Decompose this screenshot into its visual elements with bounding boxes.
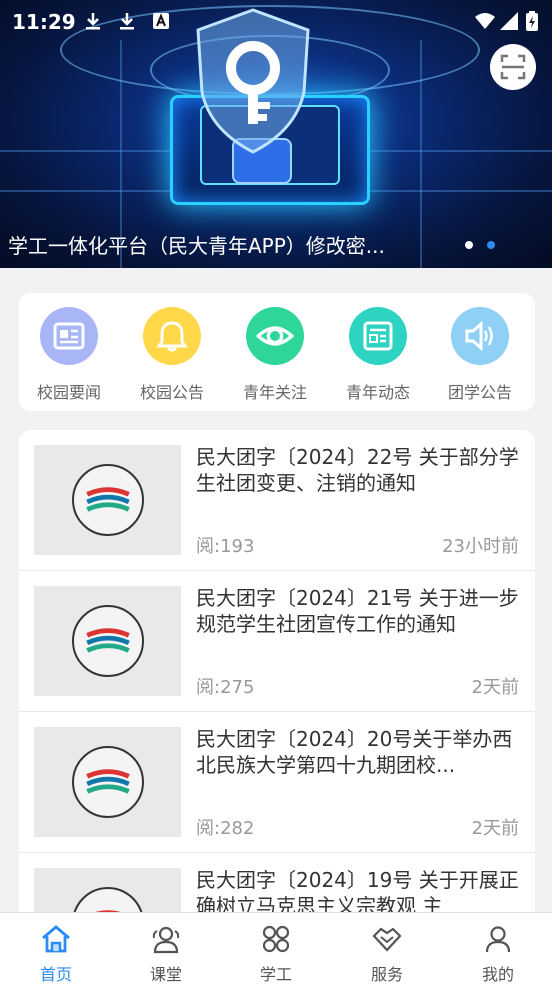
tab-label: 我的: [481, 965, 514, 984]
tab-label: 课堂: [149, 965, 182, 984]
font-notification-icon: [153, 13, 169, 29]
news-list-item[interactable]: 民大团字〔2024〕20号关于举办西北民族大学第四十九期团校... 阅:282 …: [19, 712, 535, 853]
menu-icon-bg: [143, 307, 201, 365]
university-seal-logo: [72, 746, 144, 818]
download-icon: [120, 13, 134, 30]
news-feed-icon: [363, 321, 393, 351]
news-thumbnail: [34, 727, 181, 837]
news-list: 民大团字〔2024〕22号 关于部分学生社团变更、注销的通知 阅:193 23小…: [19, 430, 535, 920]
people-icon: [152, 926, 180, 954]
eye-icon: [256, 326, 294, 346]
carousel-dot[interactable]: [465, 241, 473, 249]
download-icon: [86, 13, 100, 30]
menu-icon-bg: [451, 307, 509, 365]
tab-student-affairs[interactable]: 学工: [236, 923, 316, 985]
menu-label: 校园要闻: [36, 383, 101, 402]
bell-icon: [156, 321, 188, 352]
menu-icon-bg: [40, 307, 98, 365]
menu-label: 团学公告: [447, 383, 512, 402]
university-seal-logo: [72, 464, 144, 536]
news-list-item[interactable]: 民大团字〔2024〕22号 关于部分学生社团变更、注销的通知 阅:193 23小…: [19, 430, 535, 571]
menu-icon-bg: [246, 307, 304, 365]
tab-home[interactable]: 首页: [16, 923, 96, 985]
tab-mine[interactable]: 我的: [458, 923, 538, 985]
speaker-icon: [465, 320, 493, 352]
news-time: 2天前: [471, 677, 519, 698]
news-thumbnail: [34, 445, 181, 555]
menu-item-campus-notice[interactable]: 校园公告: [122, 307, 222, 403]
person-icon: [485, 926, 511, 953]
status-bar: 11:29: [0, 0, 552, 44]
news-time: 2天前: [471, 818, 519, 839]
tab-label: 服务: [370, 965, 403, 984]
menu-item-youth-focus[interactable]: 青年关注: [225, 307, 325, 403]
carousel-dot-active[interactable]: [487, 241, 495, 249]
wifi-icon: [475, 13, 495, 29]
menu-item-league-notice[interactable]: 团学公告: [430, 307, 530, 403]
menu-icon-bg: [349, 307, 407, 365]
scan-icon: [500, 54, 526, 80]
menu-item-youth-news[interactable]: 青年动态: [328, 307, 428, 403]
news-title: 民大团字〔2024〕21号 关于进一步规范学生社团宣传工作的通知: [196, 586, 519, 636]
news-time: 23小时前: [442, 536, 519, 557]
tab-services[interactable]: 服务: [347, 923, 427, 985]
tab-label: 首页: [39, 965, 72, 984]
status-time: 11:29: [12, 10, 76, 34]
news-list-item[interactable]: 民大团字〔2024〕21号 关于进一步规范学生社团宣传工作的通知 阅:275 2…: [19, 571, 535, 712]
news-list-item[interactable]: 民大团字〔2024〕19号 关于开展正确树立马克思主义宗教观 主: [19, 853, 535, 920]
news-title: 民大团字〔2024〕20号关于举办西北民族大学第四十九期团校...: [196, 727, 513, 777]
news-read-count: 阅:193: [196, 536, 255, 557]
scan-button[interactable]: [490, 44, 536, 90]
battery-charging-icon: [526, 11, 538, 31]
signal-icon: [500, 12, 518, 30]
menu-label: 校园公告: [139, 383, 204, 402]
handshake-icon: [372, 927, 402, 952]
home-icon: [42, 925, 70, 953]
news-read-count: 阅:282: [196, 818, 255, 839]
tab-label: 学工: [259, 965, 292, 984]
menu-label: 青年动态: [345, 383, 410, 402]
menu-item-campus-news[interactable]: 校园要闻: [19, 307, 119, 403]
newspaper-icon: [53, 322, 85, 350]
university-seal-logo: [72, 605, 144, 677]
tab-classroom[interactable]: 课堂: [126, 923, 206, 985]
news-title: 民大团字〔2024〕22号 关于部分学生社团变更、注销的通知: [196, 445, 519, 495]
quick-menu: 校园要闻 校园公告 青年关注 青年动态 团学公告: [19, 293, 535, 411]
bottom-tab-bar: 首页 课堂 学工 服务 我的: [0, 912, 552, 988]
grid-icon: [262, 925, 290, 953]
news-read-count: 阅:275: [196, 677, 255, 698]
banner-caption[interactable]: 学工一体化平台（民大青年APP）修改密...: [8, 230, 428, 259]
menu-label: 青年关注: [242, 383, 307, 402]
news-thumbnail: [34, 586, 181, 696]
